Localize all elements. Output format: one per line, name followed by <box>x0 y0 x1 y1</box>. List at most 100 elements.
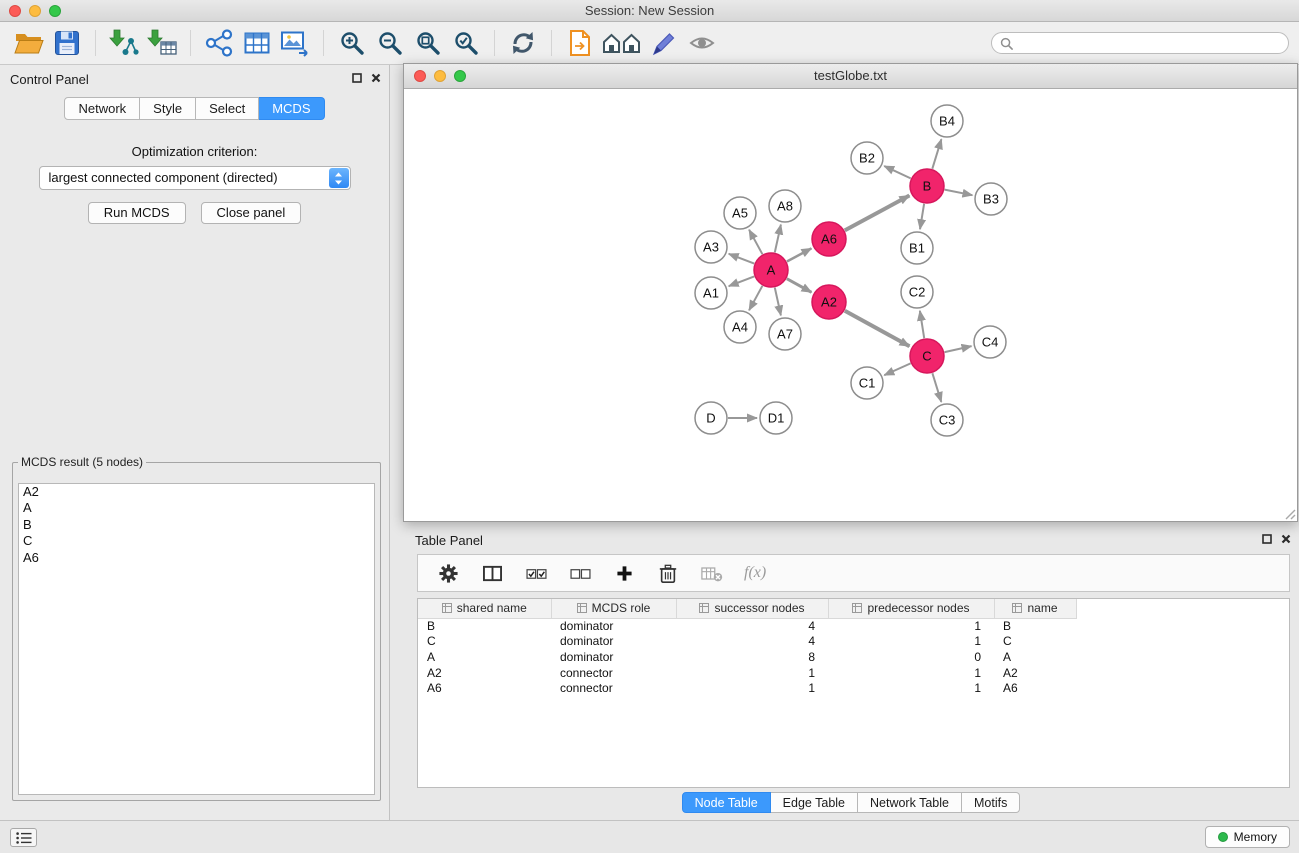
column-header-shared-name[interactable]: shared name <box>418 599 551 618</box>
close-panel-icon[interactable] <box>371 73 381 83</box>
window-resize-handle[interactable] <box>1282 506 1296 520</box>
table-cell[interactable]: C <box>418 634 551 650</box>
column-header-name[interactable]: name <box>994 599 1076 618</box>
search-input[interactable] <box>1018 36 1280 50</box>
zoom-window-button[interactable] <box>49 5 61 17</box>
table-cell[interactable]: connector <box>551 680 676 696</box>
graph-edge-C-C3[interactable] <box>932 373 941 402</box>
graph-edge-A-A8[interactable] <box>775 225 781 253</box>
network-canvas[interactable]: B4B2BB3A8A5A6A3B1AA1C2A2A4A7C4CC1C3DD1 <box>404 89 1297 521</box>
table-cell[interactable]: C <box>994 634 1076 650</box>
graph-edge-C-C2[interactable] <box>920 311 924 338</box>
tab-network[interactable]: Network <box>64 97 140 120</box>
network-close-button[interactable] <box>414 70 426 82</box>
memory-button[interactable]: Memory <box>1205 826 1290 848</box>
graph-edge-A-A5[interactable] <box>749 230 762 255</box>
table-cell[interactable]: 1 <box>828 680 994 696</box>
tab-node-table[interactable]: Node Table <box>682 792 771 813</box>
table-row[interactable]: A6connector11A6 <box>418 680 1076 696</box>
table-cell[interactable]: dominator <box>551 649 676 665</box>
home-view-button[interactable] <box>599 26 645 60</box>
mcds-result-item[interactable]: B <box>19 517 374 533</box>
zoom-out-button[interactable] <box>371 26 409 60</box>
tab-style[interactable]: Style <box>140 97 196 120</box>
table-cell[interactable]: A <box>994 649 1076 665</box>
mcds-result-item[interactable]: A <box>19 500 374 516</box>
open-session-button[interactable] <box>10 26 48 60</box>
save-session-button[interactable] <box>48 26 86 60</box>
table-cell[interactable]: connector <box>551 665 676 681</box>
graph-edge-A-A7[interactable] <box>775 288 781 316</box>
table-cell[interactable]: 1 <box>676 665 828 681</box>
graph-edge-B-B3[interactable] <box>945 190 973 196</box>
table-row[interactable]: Bdominator41B <box>418 618 1076 634</box>
table-settings-button[interactable] <box>436 561 460 585</box>
task-history-button[interactable] <box>10 828 37 847</box>
float-panel-icon[interactable] <box>352 73 362 83</box>
new-network-button[interactable] <box>200 26 238 60</box>
add-column-button[interactable] <box>612 561 636 585</box>
delete-column-button[interactable] <box>656 561 680 585</box>
close-panel-icon[interactable] <box>1281 534 1291 544</box>
table-cell[interactable]: 4 <box>676 634 828 650</box>
graph-edge-B-B1[interactable] <box>920 204 924 229</box>
zoom-selected-button[interactable] <box>447 26 485 60</box>
graph-edge-A6-B[interactable] <box>845 196 910 231</box>
import-network-file-button[interactable] <box>105 26 143 60</box>
table-cell[interactable]: 4 <box>676 618 828 634</box>
tab-motifs[interactable]: Motifs <box>962 792 1020 813</box>
table-cell[interactable]: 8 <box>676 649 828 665</box>
table-cell[interactable]: 1 <box>828 634 994 650</box>
table-cell[interactable]: 0 <box>828 649 994 665</box>
column-header-predecessor-nodes[interactable]: predecessor nodes <box>828 599 994 618</box>
tab-network-table[interactable]: Network Table <box>858 792 962 813</box>
table-cell[interactable]: A6 <box>418 680 551 696</box>
tab-edge-table[interactable]: Edge Table <box>771 792 858 813</box>
table-cell[interactable]: A6 <box>994 680 1076 696</box>
graph-edge-A2-C[interactable] <box>845 311 910 347</box>
new-table-button[interactable] <box>238 26 276 60</box>
table-row[interactable]: Adominator80A <box>418 649 1076 665</box>
table-cell[interactable]: 1 <box>828 665 994 681</box>
graph-edge-A-A1[interactable] <box>729 276 755 286</box>
import-table-file-button[interactable] <box>143 26 181 60</box>
table-cell[interactable]: dominator <box>551 618 676 634</box>
network-zoom-button[interactable] <box>454 70 466 82</box>
graph-edge-A-A2[interactable] <box>787 279 812 293</box>
graph-edge-A-A6[interactable] <box>787 248 812 261</box>
show-graphics-details-button[interactable] <box>683 26 721 60</box>
network-window-titlebar[interactable]: testGlobe.txt <box>404 64 1297 89</box>
table-cell[interactable]: 1 <box>676 680 828 696</box>
tab-mcds[interactable]: MCDS <box>259 97 324 120</box>
table-cell[interactable]: A <box>418 649 551 665</box>
column-header-successor-nodes[interactable]: successor nodes <box>676 599 828 618</box>
graph-edge-C-C4[interactable] <box>945 346 972 352</box>
table-cell[interactable]: A2 <box>994 665 1076 681</box>
graph-edge-B-B4[interactable] <box>932 139 941 169</box>
refresh-view-button[interactable] <box>504 26 542 60</box>
table-row[interactable]: Cdominator41C <box>418 634 1076 650</box>
mcds-result-list[interactable]: A2ABCA6 <box>18 483 375 795</box>
select-all-button[interactable] <box>524 561 548 585</box>
first-neighbors-button[interactable] <box>561 26 599 60</box>
graph-edge-A-A4[interactable] <box>749 286 762 311</box>
table-row[interactable]: A2connector11A2 <box>418 665 1076 681</box>
manual-layout-button[interactable] <box>645 26 683 60</box>
zoom-in-button[interactable] <box>333 26 371 60</box>
table-cell[interactable]: A2 <box>418 665 551 681</box>
optimization-criterion-dropdown[interactable]: largest connected component (directed) <box>39 166 351 190</box>
table-cell[interactable]: dominator <box>551 634 676 650</box>
zoom-fit-button[interactable] <box>409 26 447 60</box>
close-panel-button[interactable]: Close panel <box>201 202 302 224</box>
export-image-button[interactable] <box>276 26 314 60</box>
tab-select[interactable]: Select <box>196 97 259 120</box>
run-mcds-button[interactable]: Run MCDS <box>88 202 186 224</box>
show-columns-button[interactable] <box>480 561 504 585</box>
close-window-button[interactable] <box>9 5 21 17</box>
function-builder-button[interactable]: f(x) <box>744 561 766 585</box>
delete-table-button[interactable] <box>700 561 724 585</box>
column-header-mcds-role[interactable]: MCDS role <box>551 599 676 618</box>
graph-edge-C-C1[interactable] <box>884 363 910 375</box>
table-cell[interactable]: B <box>994 618 1076 634</box>
network-minimize-button[interactable] <box>434 70 446 82</box>
